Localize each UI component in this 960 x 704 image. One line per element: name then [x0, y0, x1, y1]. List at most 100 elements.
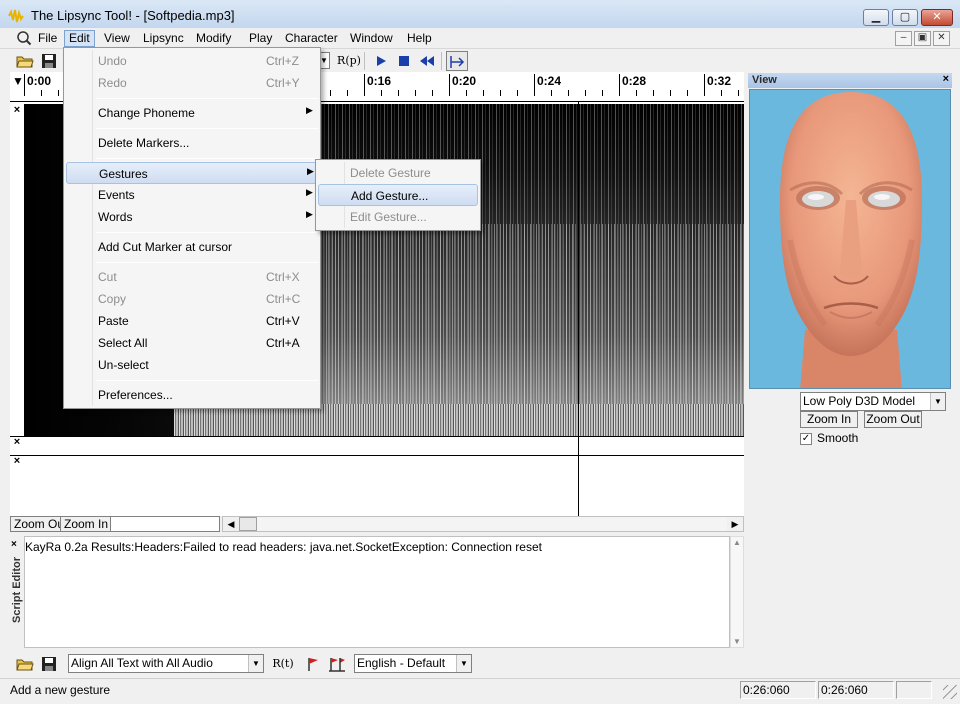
flag-marker-icon[interactable]	[302, 654, 324, 674]
menu-item-delete-markers[interactable]: Delete Markers...	[66, 132, 318, 154]
scroll-thumb[interactable]	[239, 517, 257, 531]
close-spectrogram-track-icon[interactable]: ×	[10, 104, 24, 118]
close-gesture-track-icon[interactable]: ×	[10, 455, 24, 469]
save-disk-icon[interactable]	[38, 51, 60, 71]
view-panel-title: View	[752, 74, 777, 86]
menu-item-delete-gesture[interactable]: Delete Gesture	[318, 162, 478, 184]
minimize-button[interactable]: ▁	[863, 9, 889, 26]
close-button[interactable]: ✕	[921, 9, 953, 26]
status-time-cursor: 0:26:060	[818, 681, 894, 699]
stop-icon[interactable]	[393, 51, 415, 71]
smooth-option[interactable]: ✓ Smooth	[800, 431, 858, 447]
magnifier-icon[interactable]	[16, 30, 32, 46]
tick-label: 0:28	[619, 74, 646, 90]
view-panel: View × Low Poly D3D Model ▼ Zoom In Zoom…	[748, 73, 952, 449]
script-toolbar: Align All Text with All Audio ▼ R(t) Eng…	[10, 652, 744, 676]
zoom-level-field[interactable]	[110, 516, 220, 532]
script-editor-tab[interactable]: × Script Editor	[10, 536, 24, 648]
timeline-scrollbar[interactable]: ◀ ▶	[222, 516, 744, 532]
menu-play[interactable]: Play	[244, 30, 277, 47]
recognize-text-button[interactable]: R(t)	[272, 654, 294, 674]
app-waveform-icon	[8, 9, 24, 23]
menu-item-add-gesture[interactable]: Add Gesture...	[318, 184, 478, 206]
chevron-down-icon[interactable]: ▼	[248, 655, 263, 672]
scroll-up-icon[interactable]: ▲	[731, 538, 743, 547]
flag-range-icon[interactable]	[326, 654, 348, 674]
menu-modify[interactable]: Modify	[191, 30, 236, 47]
open-script-icon[interactable]	[14, 654, 36, 674]
status-time-current: 0:26:060	[740, 681, 816, 699]
submenu-arrow-icon: ▶	[307, 166, 314, 176]
menu-edit[interactable]: Edit	[64, 30, 95, 47]
menu-bar: File Edit View Lipsync Modify Play Chara…	[0, 28, 960, 49]
align-mode-select[interactable]: Align All Text with All Audio ▼	[68, 654, 264, 673]
tick-label: 0:16	[364, 74, 391, 90]
recognize-phonemes-button[interactable]: R(p)	[336, 51, 362, 71]
menu-window[interactable]: Window	[345, 30, 398, 47]
timeline-zoom-in-button[interactable]: Zoom In	[60, 516, 113, 532]
menu-item-change-phoneme[interactable]: Change Phoneme ▶	[66, 102, 318, 124]
submenu-arrow-icon: ▶	[306, 209, 313, 219]
menu-item-edit-gesture[interactable]: Edit Gesture...	[318, 206, 478, 228]
status-message: Add a new gesture	[10, 683, 111, 697]
script-output-line: KayRa 0.2a Results:Headers:Failed to rea…	[25, 540, 542, 554]
resize-grip-icon[interactable]	[943, 685, 957, 699]
menu-item-select-all[interactable]: Select All Ctrl+A	[66, 332, 318, 354]
view-zoom-out-button[interactable]: Zoom Out	[864, 411, 922, 428]
rewind-icon[interactable]	[416, 51, 438, 71]
menu-help[interactable]: Help	[402, 30, 437, 47]
smooth-checkbox[interactable]: ✓	[800, 432, 812, 445]
mdi-restore-button[interactable]: ▣	[914, 31, 931, 46]
status-bar: Add a new gesture 0:26:060 0:26:060	[0, 678, 960, 704]
script-vertical-scrollbar[interactable]: ▲ ▼	[730, 536, 744, 648]
language-select[interactable]: English - Default ▼	[354, 654, 472, 673]
submenu-arrow-icon: ▶	[306, 105, 313, 115]
open-folder-icon[interactable]	[14, 51, 36, 71]
menu-item-events[interactable]: Events ▶	[66, 184, 318, 206]
loop-cursor-icon[interactable]	[446, 51, 468, 71]
menu-item-add-cut-marker[interactable]: Add Cut Marker at cursor	[66, 236, 318, 258]
tick-label: 0:24	[534, 74, 561, 90]
close-phoneme-track-icon[interactable]: ×	[10, 436, 24, 450]
mdi-close-button[interactable]: ✕	[933, 31, 950, 46]
tick-label: 0:32	[704, 74, 731, 90]
edit-menu-popup: Undo Ctrl+Z Redo Ctrl+Y Change Phoneme ▶ De…	[63, 47, 321, 409]
view-zoom-in-button[interactable]: Zoom In	[800, 411, 858, 428]
chevron-down-icon[interactable]: ▼	[456, 655, 471, 672]
scroll-down-icon[interactable]: ▼	[731, 637, 743, 646]
menu-item-unselect[interactable]: Un-select	[66, 354, 318, 376]
menu-item-cut[interactable]: Cut Ctrl+X	[66, 266, 318, 288]
menu-item-words[interactable]: Words ▶	[66, 206, 318, 228]
menu-item-copy[interactable]: Copy Ctrl+C	[66, 288, 318, 310]
script-text-area[interactable]: KayRa 0.2a Results:Headers:Failed to rea…	[24, 536, 730, 648]
maximize-button[interactable]: ▢	[892, 9, 918, 26]
save-script-icon[interactable]	[38, 654, 60, 674]
3d-head-viewport[interactable]	[749, 89, 951, 389]
menu-item-gestures[interactable]: Gestures ▶	[66, 162, 318, 184]
view-panel-header: View ×	[748, 73, 952, 88]
smooth-label: Smooth	[817, 431, 859, 445]
submenu-arrow-icon: ▶	[306, 187, 313, 197]
align-mode-value: Align All Text with All Audio	[71, 656, 213, 670]
menu-file[interactable]: File	[33, 30, 62, 47]
menu-item-undo[interactable]: Undo Ctrl+Z	[66, 50, 318, 72]
time-cursor-line[interactable]	[578, 102, 579, 516]
menu-lipsync[interactable]: Lipsync	[138, 30, 189, 47]
menu-item-redo[interactable]: Redo Ctrl+Y	[66, 72, 318, 94]
menu-view[interactable]: View	[99, 30, 135, 47]
language-value: English - Default	[357, 656, 446, 670]
menu-character[interactable]: Character	[280, 30, 343, 47]
playhead-marker-icon[interactable]: ▼	[12, 74, 24, 88]
close-view-panel-icon[interactable]: ×	[943, 73, 949, 85]
model-select[interactable]: Low Poly D3D Model ▼	[800, 392, 946, 411]
tick-label: 0:20	[449, 74, 476, 90]
scroll-right-icon[interactable]: ▶	[727, 517, 743, 531]
chevron-down-icon[interactable]: ▼	[930, 393, 945, 410]
menu-item-paste[interactable]: Paste Ctrl+V	[66, 310, 318, 332]
status-empty-cell	[896, 681, 932, 699]
gestures-submenu-popup: Delete Gesture Add Gesture... Edit Gestu…	[315, 159, 481, 231]
mdi-minimize-button[interactable]: –	[895, 31, 912, 46]
play-icon[interactable]	[370, 51, 392, 71]
menu-item-preferences[interactable]: Preferences...	[66, 384, 318, 406]
scroll-left-icon[interactable]: ◀	[223, 517, 239, 531]
